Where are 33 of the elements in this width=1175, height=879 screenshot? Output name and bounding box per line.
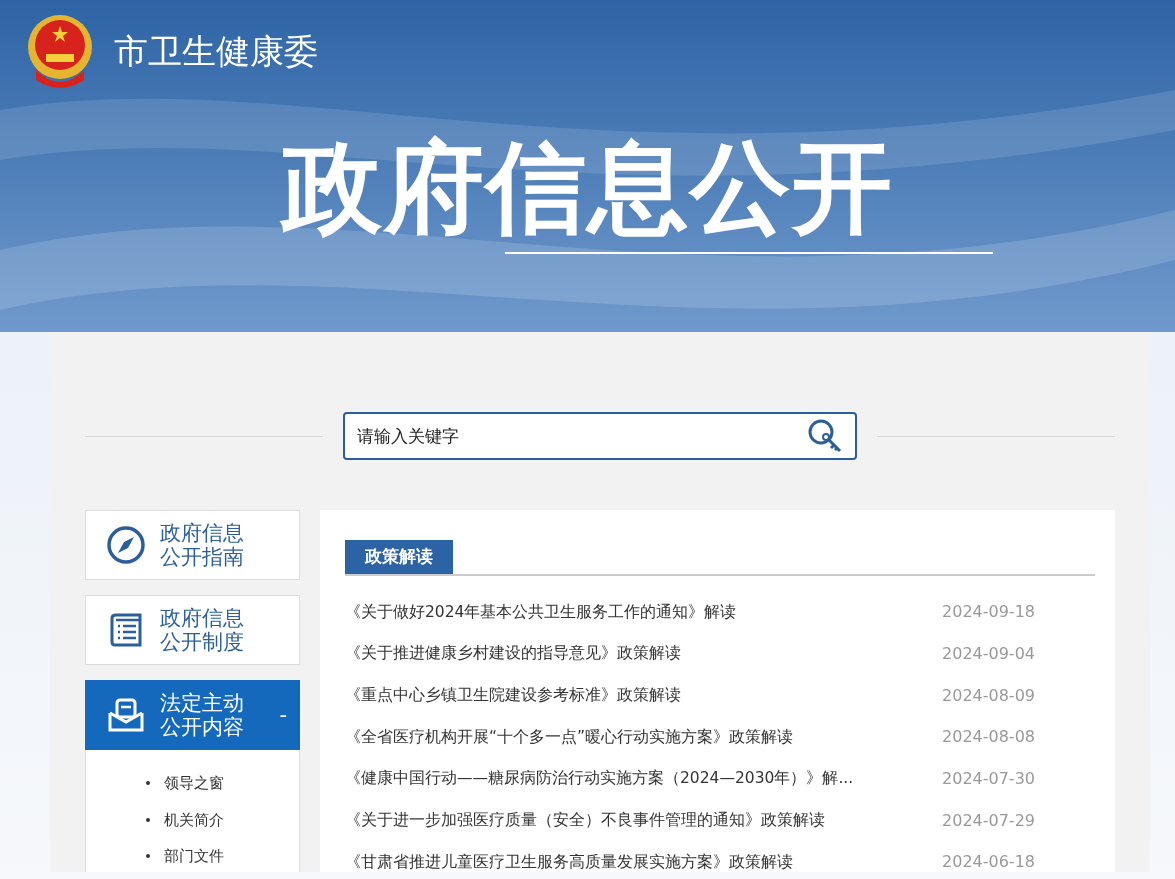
sidebar-item-label: 政府信息公开制度 (160, 605, 245, 655)
sidebar-item-label: 法定主动公开内容 (160, 690, 245, 740)
bullet-icon (146, 781, 150, 786)
search-field[interactable]: 请输入关键字 (343, 412, 857, 460)
section-tab[interactable]: 政策解读 (345, 540, 453, 574)
news-link[interactable]: 《健康中国行动——糖尿病防治行动实施方案（2024—2030年）》解... (345, 767, 854, 791)
news-link[interactable]: 《关于做好2024年基本公共卫生服务工作的通知》解读 (345, 600, 737, 624)
bullet-icon (146, 854, 150, 859)
submenu-link[interactable]: 机关简介 (164, 808, 224, 831)
news-link[interactable]: 《全省医疗机构开展“十个多一点”暖心行动实施方案》政策解读 (345, 725, 794, 750)
sidebar-item-label: 政府信息公开指南 (160, 520, 245, 570)
news-date: 2024-08-08 (942, 726, 1035, 749)
sidebar-item[interactable]: 法定主动公开内容 - (85, 680, 300, 750)
sidebar-item[interactable]: 政府信息公开指南 (85, 510, 300, 580)
news-link[interactable]: 《重点中心乡镇卫生院建设参考标准》政策解读 (345, 684, 681, 708)
news-link[interactable]: 《关于推进健康乡村建设的指导意见》政策解读 (345, 642, 681, 666)
submenu-link[interactable]: 领导之窗 (164, 772, 224, 795)
news-link[interactable]: 《甘肃省推进儿童医疗卫生服务高质量发展实施方案》政策解读 (345, 850, 793, 872)
emblem-icon (26, 14, 94, 88)
news-date: 2024-09-18 (942, 601, 1035, 624)
news-date: 2024-09-04 (942, 643, 1035, 666)
submenu-link[interactable]: 部门文件 (164, 845, 224, 868)
news-date: 2024-08-09 (942, 684, 1035, 707)
bullet-icon (146, 817, 150, 822)
compass-icon (106, 525, 146, 565)
news-date: 2024-06-18 (942, 851, 1035, 872)
search-icon[interactable] (807, 418, 843, 454)
collapse-toggle[interactable]: - (279, 702, 287, 728)
news-date: 2024-07-30 (942, 768, 1035, 791)
sidebar-item[interactable]: 政府信息公开制度 (85, 595, 300, 665)
news-date: 2024-07-29 (942, 809, 1035, 832)
news-link[interactable]: 《关于进一步加强医疗质量（安全）不良事件管理的通知》政策解读 (345, 809, 825, 833)
site-title: 市卫生健康委 (114, 29, 318, 73)
